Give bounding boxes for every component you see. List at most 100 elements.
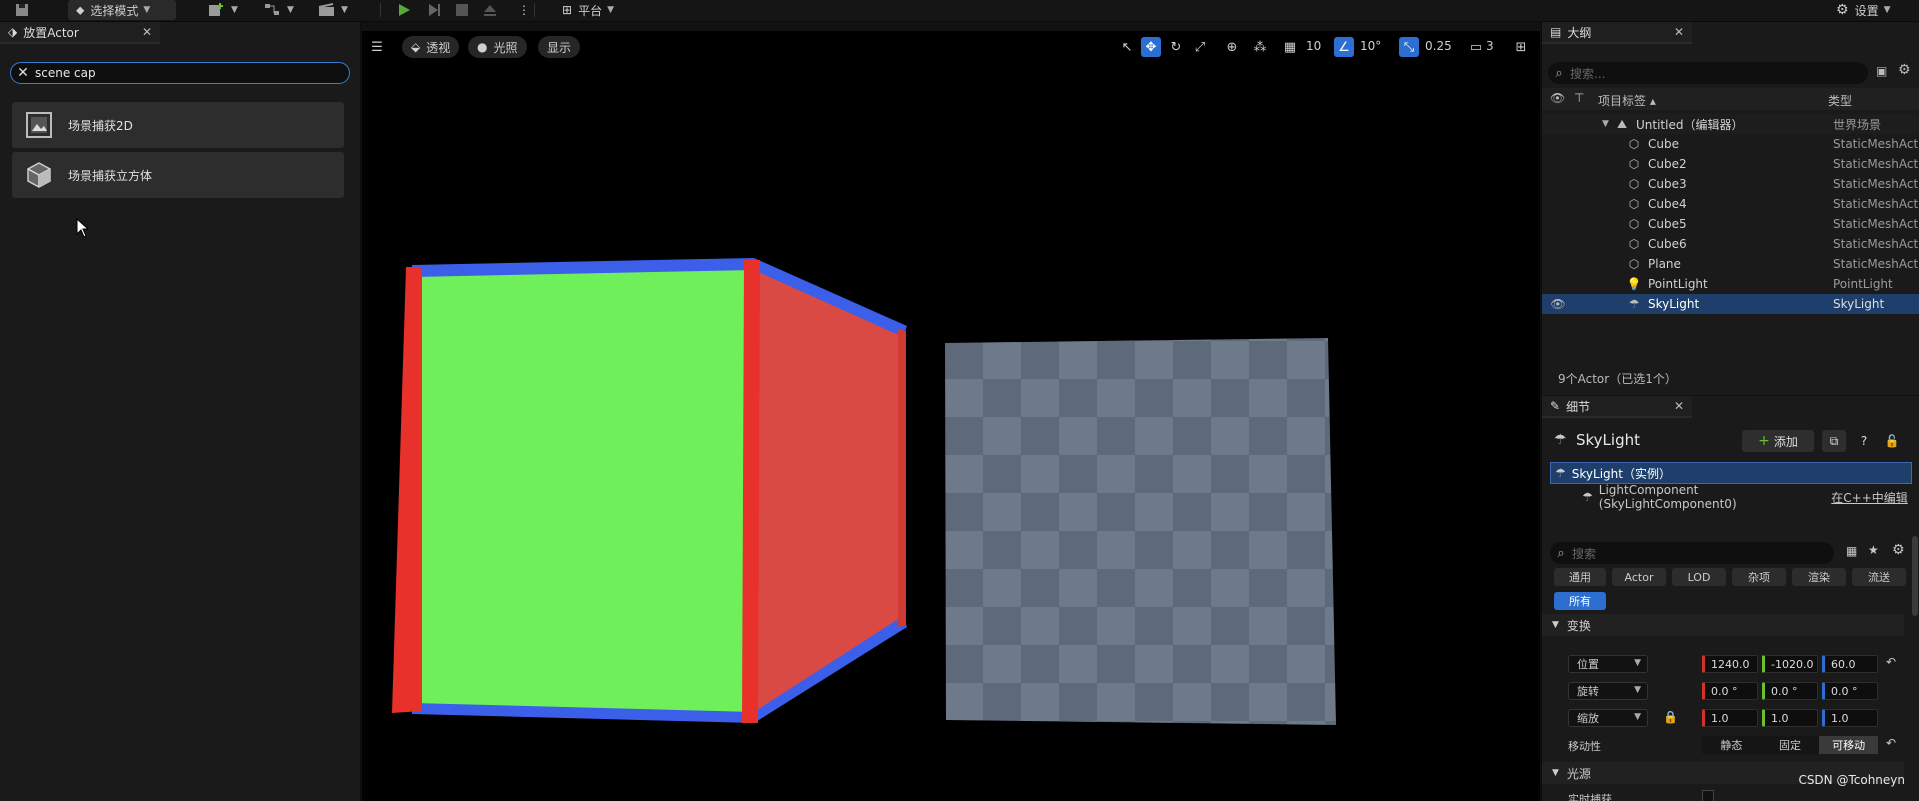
location-dropdown[interactable]: 位置 ▼ <box>1568 655 1648 673</box>
surface-snap-icon[interactable]: ⁂ <box>1250 37 1270 57</box>
scale-tool-icon[interactable]: ⤢ <box>1190 37 1210 57</box>
visibility-icon[interactable]: 👁 <box>1550 91 1565 105</box>
layout-icon[interactable]: ⊞ <box>1511 37 1531 57</box>
clear-search-icon[interactable]: ✕ <box>11 65 35 81</box>
pin-icon[interactable]: ⊤ <box>1574 91 1584 105</box>
component-row[interactable]: ☂ LightComponent (SkyLightComponent0) 在C… <box>1582 483 1912 511</box>
mobility-static[interactable]: 静态 <box>1702 736 1761 754</box>
reset-icon[interactable]: ↶ <box>1886 655 1896 669</box>
grid-snap-value[interactable]: 10 <box>1306 39 1321 53</box>
search-input[interactable] <box>35 66 335 80</box>
add-component-button[interactable]: + 添加 <box>1742 430 1814 452</box>
type-column[interactable]: 类型 <box>1828 92 1852 109</box>
edit-in-cpp-link[interactable]: 在C++中编辑 <box>1831 489 1912 506</box>
lock-icon[interactable]: 🔓 <box>1880 430 1904 452</box>
world-row[interactable]: ▼ ⛰ Untitled（编辑器） 世界场景 <box>1542 114 1919 134</box>
camera-speed-icon[interactable]: ▭ <box>1466 37 1486 57</box>
actor-name-field[interactable]: SkyLight <box>1576 431 1640 449</box>
scale-x-field[interactable]: 1.0 <box>1702 709 1758 727</box>
outliner-row[interactable]: ⬡ Cube3 StaticMeshAct <box>1542 174 1919 194</box>
translate-tool-icon[interactable]: ✥ <box>1141 37 1161 57</box>
rotation-dropdown[interactable]: 旋转 ▼ <box>1568 682 1648 700</box>
transform-section-header[interactable]: ▼ 变换 <box>1542 614 1904 636</box>
mobility-toggle[interactable]: 静态 固定 可移动 <box>1702 736 1879 754</box>
eject-icon[interactable] <box>482 0 498 20</box>
table-view-icon[interactable]: ▦ <box>1846 544 1857 558</box>
location-y-field[interactable]: -1020.0 <box>1762 655 1818 673</box>
select-mode-dropdown[interactable]: ⬥ 选择模式 ▼ <box>68 0 176 20</box>
camera-speed-value[interactable]: 3 <box>1486 39 1494 53</box>
details-scrollbar[interactable] <box>1912 536 1918 616</box>
viewport-menu-icon[interactable]: ☰ <box>367 37 387 57</box>
perspective-dropdown[interactable]: ⬙ 透视 <box>402 36 460 58</box>
close-icon[interactable]: ✕ <box>1674 399 1684 413</box>
lock-icon[interactable]: 🔒 <box>1663 710 1678 724</box>
result-item[interactable]: 场景捕获2D <box>12 102 344 148</box>
scale-y-field[interactable]: 1.0 <box>1762 709 1818 727</box>
item-label-column[interactable]: 项目标签 ▴ <box>1598 92 1656 109</box>
component-tree-root[interactable]: ☂ SkyLight（实例） <box>1550 462 1912 484</box>
outliner-row[interactable]: ⬡ Cube6 StaticMeshAct <box>1542 234 1919 254</box>
gear-icon[interactable]: ⚙ <box>1892 542 1905 558</box>
outliner-row[interactable]: 💡 PointLight PointLight <box>1542 274 1919 294</box>
cinematics-button[interactable]: ▼ <box>318 0 348 20</box>
lit-mode-dropdown[interactable]: ● 光照 <box>468 36 527 58</box>
filter-actor[interactable]: Actor <box>1612 568 1666 586</box>
mobility-movable[interactable]: 可移动 <box>1819 736 1879 754</box>
rotation-snap-value[interactable]: 10° <box>1360 39 1381 53</box>
rotation-snap-icon[interactable]: ∠ <box>1334 37 1354 57</box>
rotate-tool-icon[interactable]: ↻ <box>1166 37 1186 57</box>
visibility-icon[interactable]: 👁 <box>1550 296 1566 312</box>
result-item[interactable]: 场景捕获立方体 <box>12 152 344 198</box>
blueprint-icon[interactable]: ⧉ <box>1822 430 1846 452</box>
gear-icon[interactable]: ⚙ <box>1898 62 1911 78</box>
stop-icon[interactable] <box>455 0 469 20</box>
level-viewport[interactable] <box>362 31 1540 801</box>
location-x-field[interactable]: 1240.0 <box>1702 655 1758 673</box>
filter-all[interactable]: 所有 <box>1554 592 1606 610</box>
platforms-dropdown[interactable]: ⊞ 平台 ▼ <box>562 0 614 20</box>
help-icon[interactable]: ? <box>1852 430 1876 452</box>
star-icon[interactable]: ★ <box>1868 543 1879 557</box>
save-icon[interactable] <box>14 0 30 20</box>
filter-general[interactable]: 通用 <box>1554 568 1606 586</box>
filter-rendering[interactable]: 渲染 <box>1792 568 1846 586</box>
grid-snap-icon[interactable]: ▦ <box>1280 37 1300 57</box>
scale-dropdown[interactable]: 缩放 ▼ <box>1568 709 1648 727</box>
blueprint-button[interactable]: ▼ <box>264 0 294 20</box>
place-actors-search[interactable]: ✕ <box>10 62 350 84</box>
outliner-row[interactable]: ⬡ Plane StaticMeshAct <box>1542 254 1919 274</box>
filter-misc[interactable]: 杂项 <box>1732 568 1786 586</box>
mobility-stationary[interactable]: 固定 <box>1761 736 1820 754</box>
outliner-row[interactable]: ⬡ Cube4 StaticMeshAct <box>1542 194 1919 214</box>
close-icon[interactable]: ✕ <box>142 25 152 39</box>
rotation-y-field[interactable]: 0.0 ° <box>1762 682 1818 700</box>
outliner-search[interactable]: ⌕ 搜索... <box>1548 62 1868 84</box>
location-z-field[interactable]: 60.0 <box>1822 655 1878 673</box>
close-icon[interactable]: ✕ <box>1674 25 1684 39</box>
scale-z-field[interactable]: 1.0 <box>1822 709 1878 727</box>
play-advance-icon[interactable] <box>426 0 442 20</box>
details-tab[interactable]: ✎ 细节 ✕ <box>1542 396 1692 418</box>
collapse-icon[interactable]: ▼ <box>1602 119 1609 129</box>
add-content-button[interactable]: ▼ <box>208 0 238 20</box>
details-search[interactable]: ⌕ 搜索 <box>1550 542 1834 564</box>
scale-snap-icon[interactable]: ⤡ <box>1399 37 1419 57</box>
outliner-tab[interactable]: ▤ 大纲 ✕ <box>1542 22 1692 44</box>
settings-button[interactable]: ⚙ 设置 ▼ <box>1836 0 1891 20</box>
scale-snap-value[interactable]: 0.25 <box>1425 39 1452 53</box>
outliner-row[interactable]: ⬡ Cube StaticMeshAct <box>1542 134 1919 154</box>
outliner-row[interactable]: ⬡ Cube5 StaticMeshAct <box>1542 214 1919 234</box>
outliner-row[interactable]: ⬡ Cube2 StaticMeshAct <box>1542 154 1919 174</box>
outliner-row-selected[interactable]: 👁 ☂ SkyLight SkyLight <box>1542 294 1919 314</box>
rotation-x-field[interactable]: 0.0 ° <box>1702 682 1758 700</box>
world-space-icon[interactable]: ⊕ <box>1222 37 1242 57</box>
more-options-icon[interactable]: ⋮ <box>518 0 530 20</box>
show-dropdown[interactable]: 显示 <box>538 36 581 58</box>
realtime-capture-checkbox[interactable] <box>1702 790 1714 801</box>
play-icon[interactable] <box>396 0 412 20</box>
place-actors-tab[interactable]: ⬗ 放置Actor ✕ <box>0 22 160 44</box>
add-folder-icon[interactable]: ▣ <box>1876 64 1887 78</box>
select-tool-icon[interactable]: ↖ <box>1117 37 1137 57</box>
filter-lod[interactable]: LOD <box>1672 568 1726 586</box>
